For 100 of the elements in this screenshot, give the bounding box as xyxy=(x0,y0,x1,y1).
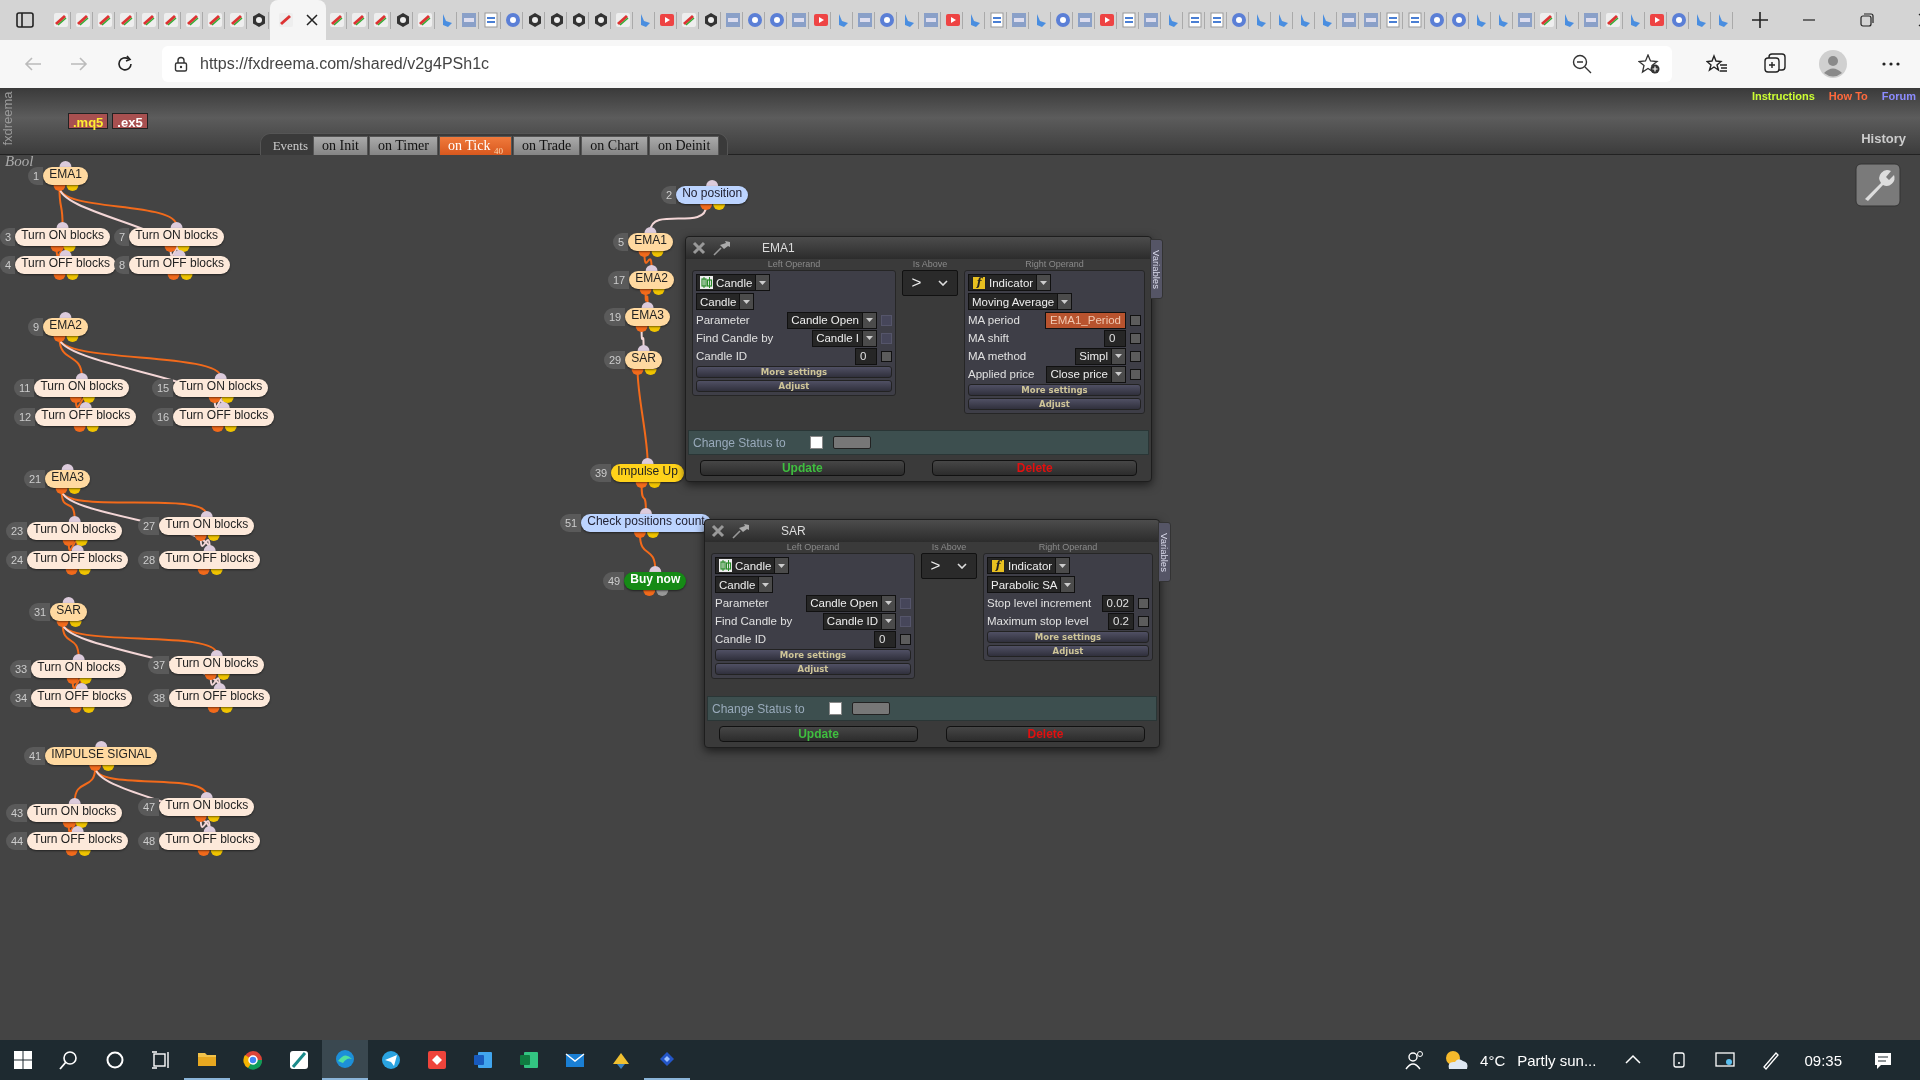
output-port[interactable] xyxy=(220,707,233,713)
output-port[interactable] xyxy=(646,532,659,538)
output-port[interactable] xyxy=(53,336,66,342)
output-port[interactable] xyxy=(78,569,91,575)
output-port[interactable] xyxy=(700,204,713,210)
output-port[interactable] xyxy=(89,765,102,771)
output-port[interactable] xyxy=(53,185,66,191)
pin-icon[interactable] xyxy=(712,240,732,256)
reload-icon[interactable] xyxy=(116,55,134,73)
output-port[interactable] xyxy=(651,251,664,257)
close-icon[interactable] xyxy=(306,14,318,26)
output-port[interactable] xyxy=(53,274,66,280)
output-port[interactable] xyxy=(69,621,82,627)
output-port[interactable] xyxy=(66,678,79,684)
output-port[interactable] xyxy=(211,426,224,432)
new-tab-icon[interactable] xyxy=(1751,11,1769,29)
update-button[interactable]: Update xyxy=(699,460,905,476)
output-port[interactable] xyxy=(207,707,220,713)
input-port[interactable] xyxy=(59,161,72,167)
output-port[interactable] xyxy=(65,850,78,856)
input-port[interactable] xyxy=(706,180,719,186)
checkbox[interactable] xyxy=(900,633,911,645)
block-node[interactable]: Turn OFF blocks xyxy=(27,551,129,569)
round-logo-icon[interactable] xyxy=(243,1050,263,1070)
notification-icon[interactable] xyxy=(1873,1050,1893,1070)
slash-logo-icon[interactable] xyxy=(289,1050,309,1070)
output-port[interactable] xyxy=(63,246,76,252)
event-tab[interactable]: on Trade xyxy=(512,136,581,156)
block-node[interactable]: Turn OFF blocks xyxy=(159,551,261,569)
input-port[interactable] xyxy=(200,511,213,517)
output-port[interactable] xyxy=(217,674,230,680)
restore-icon[interactable] xyxy=(1860,13,1874,27)
event-tab[interactable]: on Timer xyxy=(369,136,438,156)
number-field[interactable]: 0 xyxy=(874,630,896,648)
input-port[interactable] xyxy=(59,312,72,318)
type-dropdown[interactable]: Candle xyxy=(715,576,774,593)
output-port[interactable] xyxy=(639,289,652,295)
checkbox[interactable] xyxy=(881,350,892,362)
output-port[interactable] xyxy=(177,246,190,252)
output-port[interactable] xyxy=(210,850,223,856)
windows-start-icon[interactable] xyxy=(13,1050,33,1070)
source-dropdown[interactable]: f Indicator xyxy=(987,557,1071,574)
output-port[interactable] xyxy=(197,850,210,856)
download-button[interactable]: .ex5 xyxy=(112,113,148,129)
favorites-icon[interactable] xyxy=(1706,54,1728,74)
output-port[interactable] xyxy=(167,274,180,280)
block-node[interactable]: Check positions count xyxy=(581,514,711,532)
block-node[interactable]: Turn ON blocks xyxy=(169,656,265,674)
input-port[interactable] xyxy=(210,650,223,656)
output-port[interactable] xyxy=(66,336,79,342)
block-node[interactable]: Turn ON blocks xyxy=(129,228,225,246)
input-port[interactable] xyxy=(649,566,662,572)
wave-logo-icon[interactable] xyxy=(335,1049,355,1069)
profile-avatar-icon[interactable] xyxy=(1819,50,1847,78)
output-port[interactable] xyxy=(221,397,234,403)
type-dropdown[interactable]: Parabolic SA xyxy=(987,576,1076,593)
address-bar[interactable]: https://fxdreema.com/shared/v2g4PSh1c xyxy=(162,46,1673,82)
output-port[interactable] xyxy=(55,488,68,494)
input-port[interactable] xyxy=(637,345,650,351)
source-dropdown[interactable]: f Indicator xyxy=(968,274,1052,291)
output-port[interactable] xyxy=(56,621,69,627)
block-node[interactable]: Turn ON blocks xyxy=(159,517,255,535)
diamond-logo-icon[interactable] xyxy=(427,1050,447,1070)
output-port[interactable] xyxy=(648,482,661,488)
block-node[interactable]: Turn OFF blocks xyxy=(159,832,261,850)
side-tab[interactable]: Variables xyxy=(1150,239,1163,299)
input-port[interactable] xyxy=(170,222,183,228)
output-port[interactable] xyxy=(648,326,661,332)
block-node[interactable]: SAR xyxy=(625,351,662,369)
event-tab[interactable]: on Init xyxy=(313,136,368,156)
output-port[interactable] xyxy=(204,674,217,680)
input-port[interactable] xyxy=(217,402,230,408)
input-port[interactable] xyxy=(645,265,658,271)
block-node[interactable]: EMA2 xyxy=(629,271,674,289)
output-port[interactable] xyxy=(224,426,237,432)
number-field[interactable]: 0.2 xyxy=(1108,612,1134,630)
task-view-icon[interactable] xyxy=(151,1050,171,1070)
output-port[interactable] xyxy=(194,535,207,541)
panel-button[interactable]: More settings xyxy=(987,631,1149,643)
parameter-dropdown[interactable]: Close price xyxy=(1046,365,1126,383)
document-icon[interactable] xyxy=(473,1050,493,1070)
download-button[interactable]: .mq5 xyxy=(68,113,109,129)
collections-icon[interactable] xyxy=(1764,53,1786,75)
input-port[interactable] xyxy=(644,227,657,233)
output-port[interactable] xyxy=(102,765,115,771)
output-port[interactable] xyxy=(82,397,95,403)
output-port[interactable] xyxy=(633,532,646,538)
output-port[interactable] xyxy=(73,426,86,432)
type-dropdown[interactable]: Candle xyxy=(696,293,755,310)
block-node[interactable]: Turn OFF blocks xyxy=(31,689,133,707)
input-port[interactable] xyxy=(214,373,227,379)
input-port[interactable] xyxy=(71,545,84,551)
clock-text[interactable]: 09:35 xyxy=(1804,1051,1842,1069)
block-node[interactable]: Turn ON blocks xyxy=(34,379,130,397)
paper-plane-icon[interactable] xyxy=(381,1050,401,1070)
output-port[interactable] xyxy=(164,246,177,252)
active-browser-tab[interactable] xyxy=(270,0,326,40)
input-port[interactable] xyxy=(200,792,213,798)
block-node[interactable]: Turn ON blocks xyxy=(27,804,123,822)
input-port[interactable] xyxy=(203,545,216,551)
